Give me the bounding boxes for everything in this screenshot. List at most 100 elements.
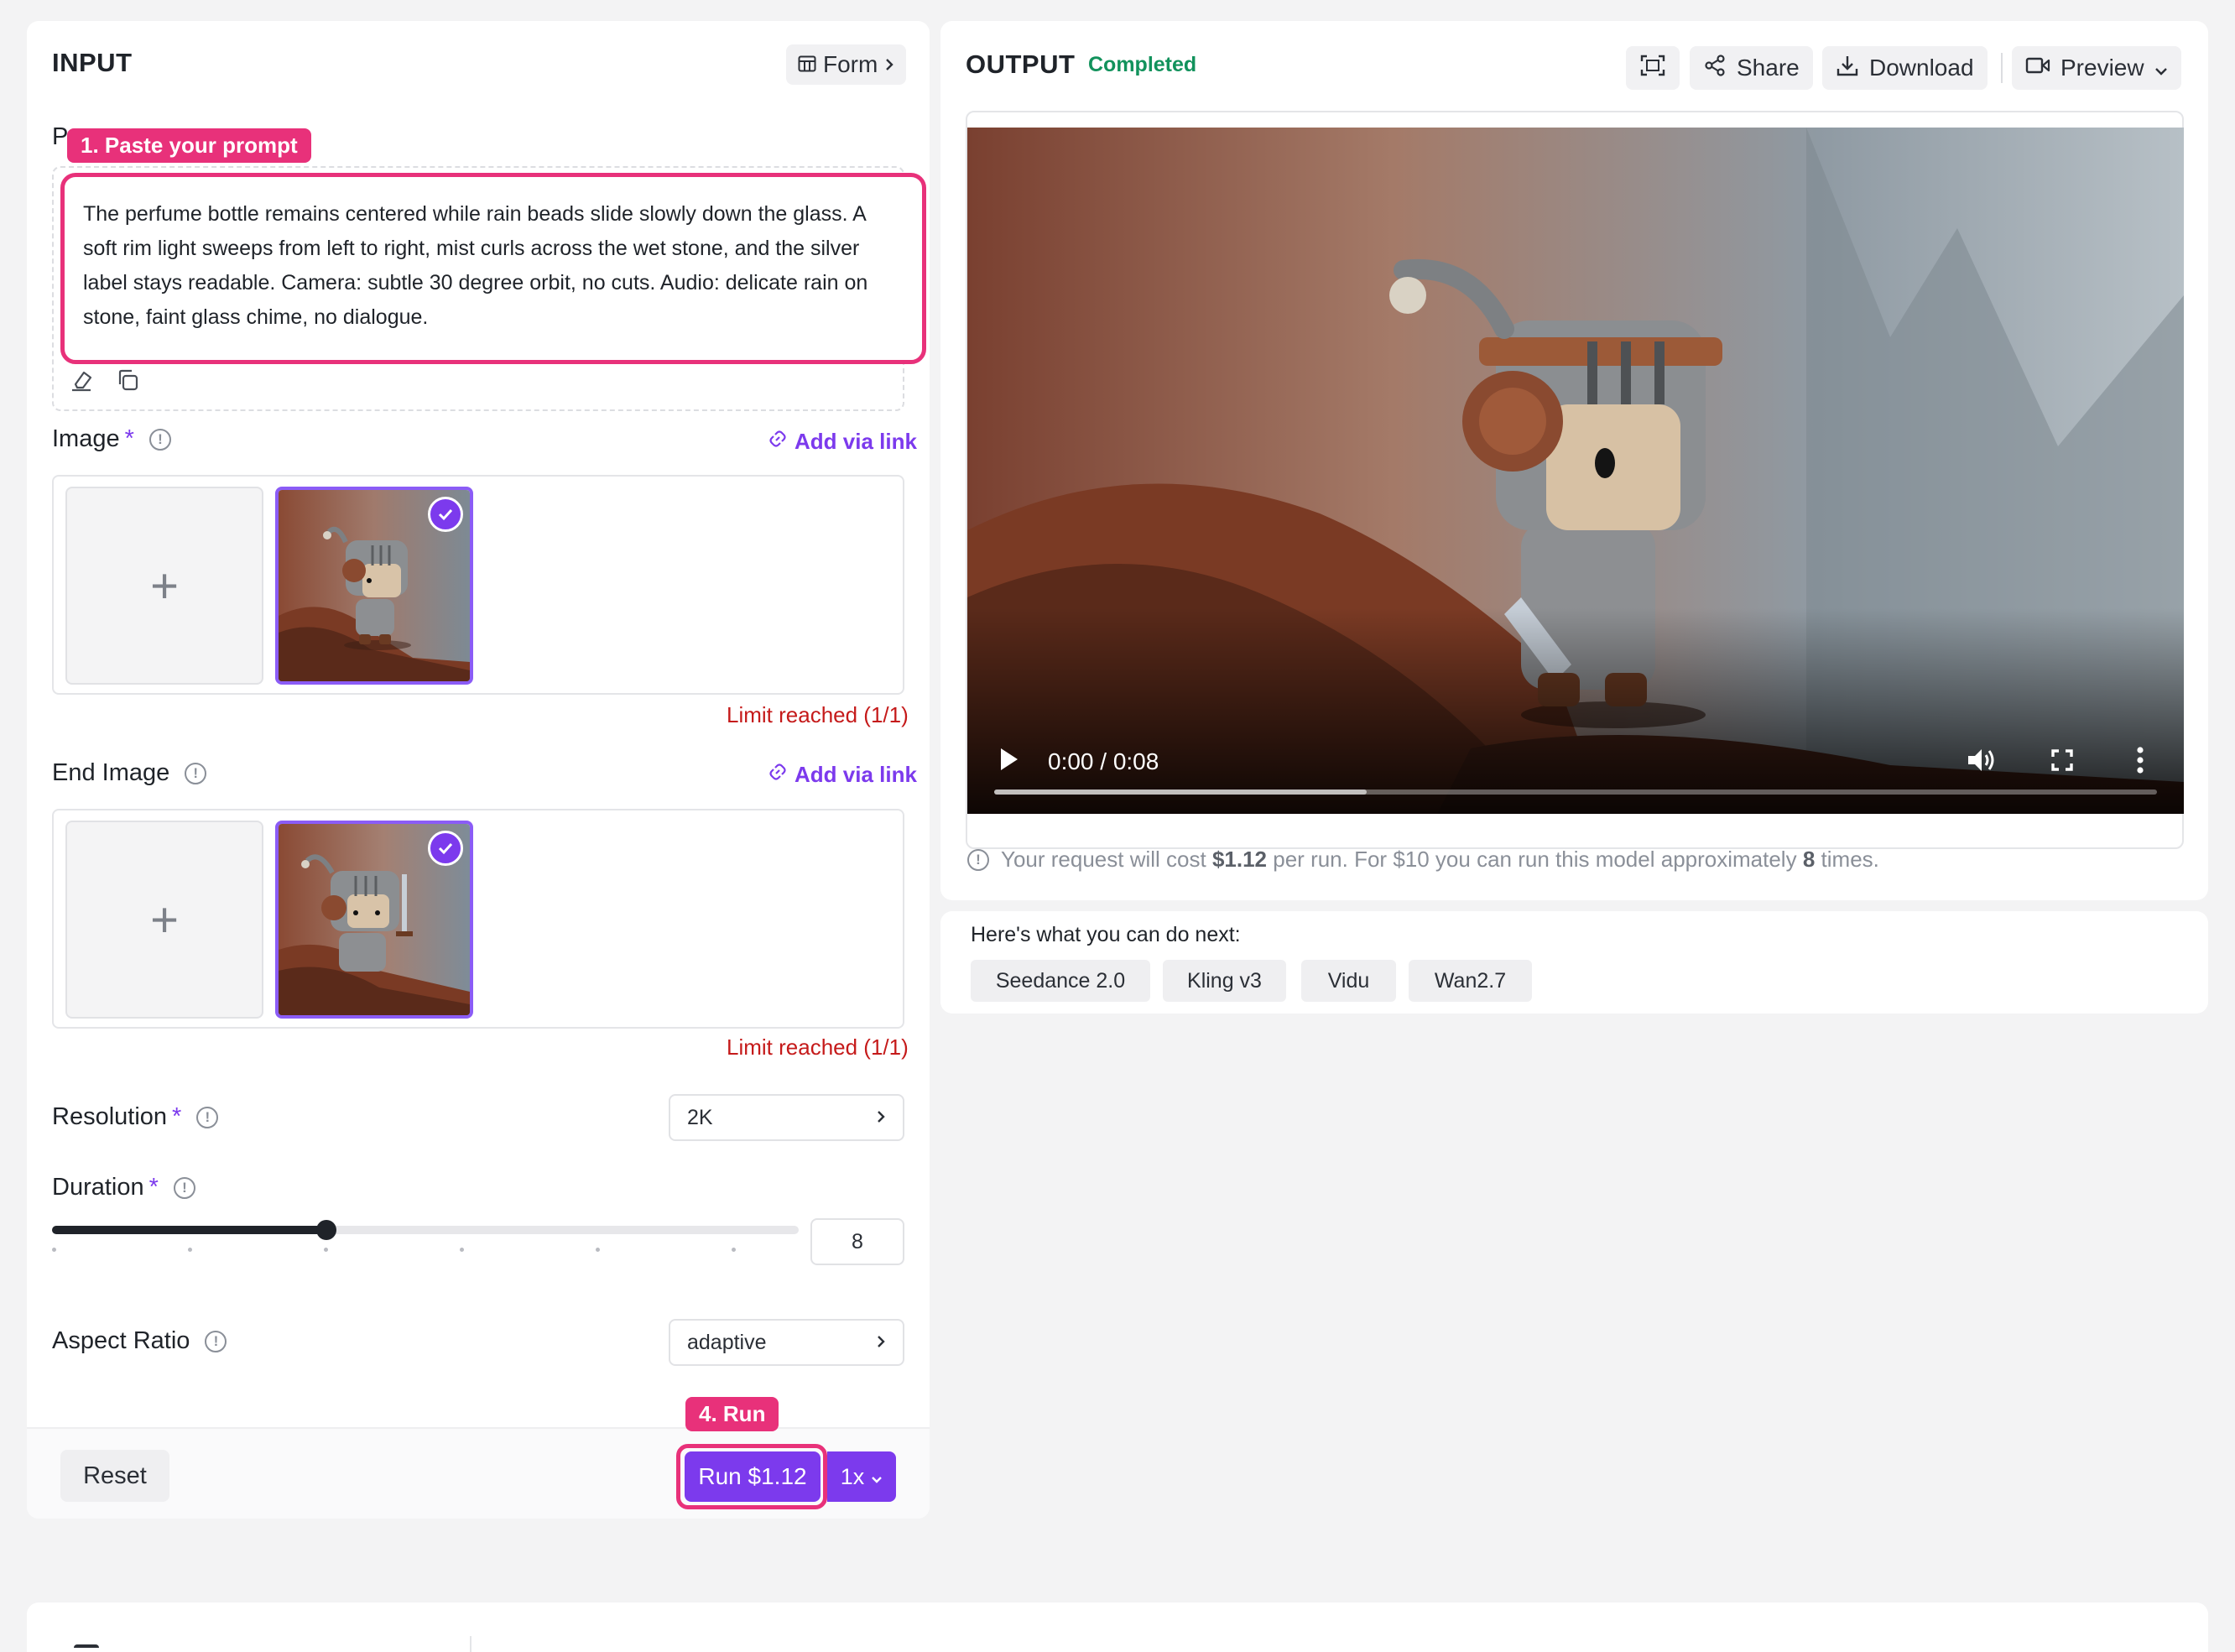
required-mark: * bbox=[124, 425, 134, 452]
status-badge: Completed bbox=[1088, 53, 1197, 76]
prompt-label: P bbox=[52, 123, 69, 150]
info-icon[interactable]: ! bbox=[148, 428, 171, 451]
video-time: 0:00 / 0:08 bbox=[1048, 748, 1159, 774]
info-icon: ! bbox=[967, 848, 989, 871]
reset-button[interactable]: Reset bbox=[60, 1450, 169, 1502]
cost-prefix: Your request will cost bbox=[1001, 847, 1206, 872]
share-label: Share bbox=[1737, 55, 1800, 81]
end-image-limit-text: Limit reached (1/1) bbox=[727, 1034, 909, 1060]
more-icon[interactable] bbox=[2135, 746, 2145, 779]
share-icon bbox=[1703, 54, 1727, 83]
resolution-value: 2K bbox=[687, 1105, 713, 1129]
add-via-link-label: Add via link bbox=[794, 429, 917, 454]
next-steps-panel: Here's what you can do next: Seedance 2.… bbox=[940, 911, 2208, 1014]
next-chip-vidu[interactable]: Vidu bbox=[1301, 960, 1396, 1002]
info-icon[interactable]: ! bbox=[173, 1176, 195, 1199]
form-view-button[interactable]: Form bbox=[786, 44, 907, 85]
slider-tick bbox=[460, 1248, 464, 1252]
fullscreen-icon[interactable] bbox=[2050, 748, 2075, 777]
check-icon bbox=[428, 831, 463, 866]
volume-icon[interactable] bbox=[1966, 746, 1998, 779]
duration-label-text: Duration bbox=[52, 1174, 144, 1201]
aspect-ratio-label-text: Aspect Ratio bbox=[52, 1327, 190, 1354]
slider-tick bbox=[52, 1248, 56, 1252]
prompt-textarea[interactable]: The perfume bottle remains centered whil… bbox=[60, 173, 926, 364]
chevron-down-icon bbox=[2154, 55, 2168, 81]
download-icon bbox=[1836, 54, 1859, 83]
cost-runs: 8 bbox=[1802, 847, 1816, 872]
link-icon bbox=[768, 762, 788, 788]
image-thumbnail[interactable] bbox=[275, 487, 473, 685]
image-label: Image * ! bbox=[52, 425, 171, 453]
video-icon bbox=[2025, 55, 2050, 81]
end-image-thumbnail[interactable] bbox=[275, 821, 473, 1019]
eraser-icon[interactable] bbox=[66, 365, 96, 395]
image-uploader: + bbox=[52, 475, 904, 695]
aspect-ratio-label: Aspect Ratio ! bbox=[52, 1327, 227, 1355]
chevron-right-icon bbox=[876, 1106, 886, 1130]
add-image-tile[interactable]: + bbox=[65, 487, 263, 685]
cost-amount: $1.12 bbox=[1211, 847, 1268, 872]
end-image-label-text: End Image bbox=[52, 759, 170, 786]
required-mark: * bbox=[172, 1103, 182, 1130]
copy-icon[interactable] bbox=[112, 365, 143, 395]
duration-label: Duration * ! bbox=[52, 1174, 195, 1201]
duration-slider[interactable] bbox=[52, 1220, 799, 1240]
hint-badge-run: 4. Run bbox=[685, 1397, 779, 1431]
end-image-add-via-link[interactable]: Add via link bbox=[768, 762, 917, 788]
resolution-label-text: Resolution bbox=[52, 1103, 168, 1130]
image-label-text: Image bbox=[52, 425, 120, 452]
download-button[interactable]: Download bbox=[1822, 46, 1988, 90]
info-icon[interactable]: ! bbox=[185, 762, 207, 784]
bottom-panel-icon bbox=[74, 1644, 99, 1651]
table-icon bbox=[798, 51, 816, 78]
info-icon[interactable]: ! bbox=[205, 1330, 227, 1352]
input-title: INPUT bbox=[52, 48, 133, 77]
play-icon[interactable] bbox=[996, 745, 1021, 778]
download-label: Download bbox=[1869, 55, 1974, 81]
end-image-label: End Image ! bbox=[52, 759, 207, 787]
slider-tick bbox=[324, 1248, 328, 1252]
duration-input[interactable]: 8 bbox=[810, 1218, 904, 1265]
fit-icon bbox=[1640, 55, 1665, 82]
share-button[interactable]: Share bbox=[1690, 46, 1813, 90]
add-end-image-tile[interactable]: + bbox=[65, 821, 263, 1019]
duration-slider-thumb[interactable] bbox=[315, 1220, 336, 1240]
fit-button[interactable] bbox=[1626, 46, 1680, 90]
slider-tick bbox=[596, 1248, 600, 1252]
slider-tick bbox=[188, 1248, 192, 1252]
image-add-via-link[interactable]: Add via link bbox=[768, 429, 917, 455]
output-panel: OUTPUT Completed Share Download Preview bbox=[940, 21, 2208, 900]
required-mark: * bbox=[148, 1174, 159, 1201]
bottom-panel-divider bbox=[470, 1636, 471, 1652]
cost-info: ! Your request will cost $1.12 per run. … bbox=[967, 847, 1879, 873]
duration-slider-fill bbox=[52, 1226, 326, 1234]
check-icon bbox=[428, 497, 463, 532]
chevron-right-icon bbox=[876, 1331, 886, 1355]
run-multiplier-dropdown[interactable]: 1x bbox=[827, 1451, 896, 1502]
output-title: OUTPUT bbox=[966, 50, 1076, 79]
chevron-down-icon bbox=[871, 1464, 883, 1490]
video-player[interactable]: 0:00 / 0:08 bbox=[967, 128, 2184, 814]
bottom-panel bbox=[27, 1602, 2208, 1652]
multiplier-label: 1x bbox=[840, 1463, 865, 1489]
next-chip-seedance[interactable]: Seedance 2.0 bbox=[971, 960, 1150, 1002]
info-icon[interactable]: ! bbox=[196, 1106, 219, 1128]
video-poster bbox=[967, 128, 2184, 814]
resolution-select[interactable]: 2K bbox=[669, 1094, 904, 1141]
hint-badge-prompt: 1. Paste your prompt bbox=[67, 128, 311, 163]
video-progress-bar[interactable] bbox=[994, 790, 2157, 795]
toolbar-divider bbox=[2001, 53, 2003, 83]
resolution-label: Resolution * ! bbox=[52, 1103, 219, 1131]
next-chip-wan[interactable]: Wan2.7 bbox=[1409, 960, 1532, 1002]
video-progress-buffer bbox=[994, 790, 1367, 795]
form-view-label: Form bbox=[823, 51, 878, 77]
aspect-ratio-value: adaptive bbox=[687, 1330, 767, 1354]
next-chip-kling[interactable]: Kling v3 bbox=[1163, 960, 1286, 1002]
link-icon bbox=[768, 429, 788, 455]
preview-dropdown[interactable]: Preview bbox=[2012, 46, 2181, 90]
run-button[interactable]: Run $1.12 bbox=[685, 1451, 821, 1502]
slider-tick bbox=[732, 1248, 736, 1252]
aspect-ratio-select[interactable]: adaptive bbox=[669, 1319, 904, 1366]
cost-suffix: times. bbox=[1821, 847, 1879, 872]
